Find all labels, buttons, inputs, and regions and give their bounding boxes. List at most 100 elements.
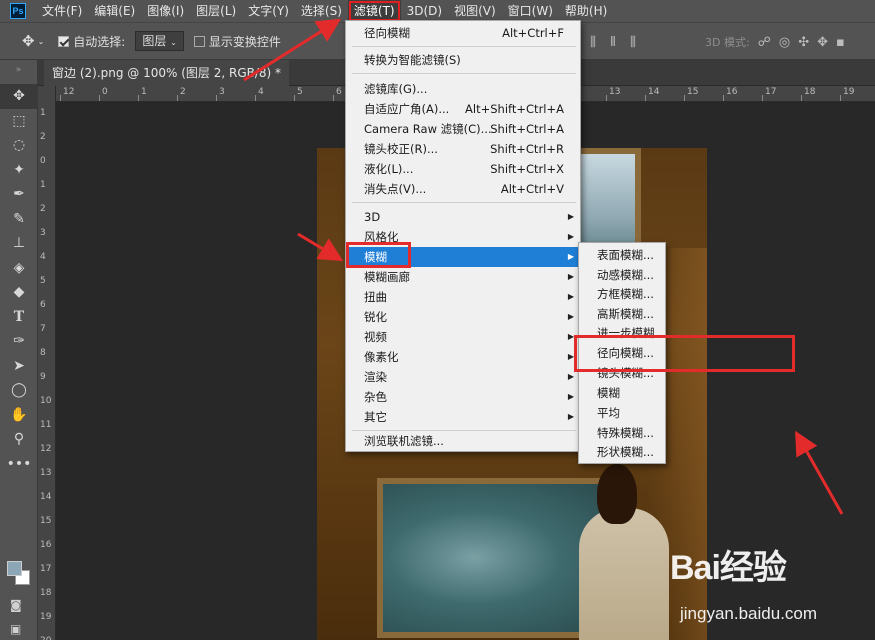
menu-bar: Ps 文件(F) 编辑(E) 图像(I) 图层(L) 文字(Y) 选择(S) 滤… bbox=[0, 0, 875, 22]
last-filter-shortcut: Alt+Ctrl+F bbox=[502, 26, 564, 40]
submenu-blur-gallery[interactable]: 模糊画廊 ▶ bbox=[347, 267, 580, 287]
submenu-other[interactable]: 其它 ▶ bbox=[347, 407, 580, 427]
submenu-render[interactable]: 渲染 ▶ bbox=[347, 367, 580, 387]
align-buttons: ⫼ ⫴ ⫼ bbox=[586, 23, 640, 61]
ruler-label: 20 bbox=[40, 636, 51, 640]
submenu-noise[interactable]: 杂色 ▶ bbox=[347, 387, 580, 407]
hand-tool-icon[interactable]: ✋ bbox=[0, 403, 38, 428]
browse-online-filters-item[interactable]: 浏览联机滤镜... bbox=[347, 431, 580, 451]
ruler-label: 18 bbox=[40, 588, 52, 598]
vanishing-point-item[interactable]: 消失点(V)... Alt+Ctrl+V bbox=[347, 179, 580, 199]
blur-item-label: 表面模糊... bbox=[597, 248, 654, 262]
liquify-item[interactable]: 液化(L)... Shift+Ctrl+X bbox=[347, 159, 580, 179]
ruler-label: 15 bbox=[687, 87, 699, 97]
menu-image[interactable]: 图像(I) bbox=[141, 0, 190, 22]
pen-tool-icon[interactable]: ✑ bbox=[0, 329, 38, 354]
smart-blur-item[interactable]: 特殊模糊... bbox=[580, 423, 665, 443]
ruler-label: 16 bbox=[40, 540, 52, 550]
ruler-tick bbox=[723, 95, 724, 101]
document-tab[interactable]: 窗边 (2).png @ 100% (图层 2, RGB/8) * bbox=[44, 60, 290, 86]
show-transform-checkbox[interactable] bbox=[193, 35, 205, 47]
scale-icon[interactable]: ▪ bbox=[836, 35, 845, 50]
last-filter-label: 径向模糊 bbox=[364, 26, 410, 40]
ruler-label: 18 bbox=[804, 87, 816, 97]
image-figure-hair bbox=[597, 464, 637, 524]
menu-view[interactable]: 视图(V) bbox=[448, 0, 502, 22]
menu-help[interactable]: 帮助(H) bbox=[559, 0, 613, 22]
submenu-arrow-icon: ▶ bbox=[567, 252, 574, 261]
menu-select[interactable]: 选择(S) bbox=[295, 0, 348, 22]
foreground-color-swatch[interactable] bbox=[7, 561, 22, 576]
submenu-arrow-icon: ▶ bbox=[567, 392, 574, 401]
filter-gallery-item[interactable]: 滤镜库(G)... bbox=[347, 79, 580, 99]
shape-tool-icon[interactable]: ◯ bbox=[0, 378, 38, 403]
menu-file[interactable]: 文件(F) bbox=[36, 0, 88, 22]
menu-3d[interactable]: 3D(D) bbox=[401, 0, 448, 22]
align-more-icon[interactable]: ⫼ bbox=[626, 35, 640, 50]
box-blur-item[interactable]: 方框模糊... bbox=[580, 284, 665, 304]
ruler-label: 13 bbox=[609, 87, 621, 97]
motion-blur-item[interactable]: 动感模糊... bbox=[580, 265, 665, 285]
ruler-label: 10 bbox=[40, 396, 52, 406]
average-item[interactable]: 平均 bbox=[580, 403, 665, 423]
surface-blur-item[interactable]: 表面模糊... bbox=[580, 245, 665, 265]
roll-icon[interactable]: ◎ bbox=[779, 35, 790, 50]
marquee-tool-icon[interactable]: ⬚ bbox=[0, 109, 38, 134]
submenu-3d[interactable]: 3D ▶ bbox=[347, 207, 580, 227]
quick-mask-icon[interactable]: ◙ bbox=[10, 598, 22, 612]
gaussian-blur-item[interactable]: 高斯模糊... bbox=[580, 304, 665, 324]
blur-item[interactable]: 模糊 bbox=[580, 383, 665, 403]
lasso-tool-icon[interactable]: ◌ bbox=[0, 133, 38, 158]
menu-layer[interactable]: 图层(L) bbox=[190, 0, 242, 22]
paint-bucket-tool-icon[interactable]: ◆ bbox=[0, 280, 38, 305]
distribute-icon[interactable]: ⫴ bbox=[606, 35, 620, 50]
ruler-label: 3 bbox=[219, 87, 225, 97]
menu-edit[interactable]: 编辑(E) bbox=[88, 0, 141, 22]
submenu-label: 模糊画廊 bbox=[364, 270, 410, 284]
vertical-ruler[interactable]: 1201234567891011121314151617181920 bbox=[38, 86, 56, 640]
ruler-label: 9 bbox=[40, 372, 46, 382]
show-transform-option[interactable]: 显示变换控件 bbox=[193, 33, 281, 50]
brush-tool-icon[interactable]: ✎ bbox=[0, 207, 38, 232]
submenu-label: 锐化 bbox=[364, 310, 387, 324]
magic-wand-tool-icon[interactable]: ✦ bbox=[0, 158, 38, 183]
stamp-tool-icon[interactable]: ⊥ bbox=[0, 231, 38, 256]
ruler-label: 12 bbox=[40, 444, 52, 454]
screen-mode-icon[interactable]: ▣ bbox=[10, 622, 21, 636]
tool-preset-picker[interactable]: ✥ ⌄ bbox=[22, 32, 44, 50]
slide-icon[interactable]: ✥ bbox=[817, 35, 828, 50]
shape-blur-item[interactable]: 形状模糊... bbox=[580, 442, 665, 462]
eraser-tool-icon[interactable]: ◈ bbox=[0, 256, 38, 281]
ruler-tick bbox=[762, 95, 763, 101]
auto-select-checkbox[interactable] bbox=[58, 35, 70, 47]
drag-icon[interactable]: ✣ bbox=[798, 35, 809, 50]
submenu-sharpen[interactable]: 锐化 ▶ bbox=[347, 307, 580, 327]
layer-dropdown[interactable]: 图层 ⌄ bbox=[131, 31, 184, 51]
adaptive-wide-angle-item[interactable]: 自适应广角(A)... Alt+Shift+Ctrl+A bbox=[347, 99, 580, 119]
blur-item-label: 形状模糊... bbox=[597, 445, 654, 459]
menu-window[interactable]: 窗口(W) bbox=[502, 0, 559, 22]
more-tools-icon[interactable]: ••• bbox=[0, 452, 38, 477]
move-tool-icon[interactable]: ✥ bbox=[0, 84, 38, 109]
path-select-tool-icon[interactable]: ➤ bbox=[0, 354, 38, 379]
orbit-icon[interactable]: ☍ bbox=[758, 35, 771, 50]
eyedropper-tool-icon[interactable]: ✒ bbox=[0, 182, 38, 207]
last-filter-item[interactable]: 径向模糊 Alt+Ctrl+F bbox=[347, 23, 580, 43]
submenu-distort[interactable]: 扭曲 ▶ bbox=[347, 287, 580, 307]
panel-grip-icon[interactable]: » bbox=[0, 60, 37, 84]
ruler-label: 13 bbox=[40, 468, 52, 478]
submenu-pixelate[interactable]: 像素化 ▶ bbox=[347, 347, 580, 367]
convert-smart-filter-item[interactable]: 转换为智能滤镜(S) bbox=[347, 50, 580, 70]
lens-correction-item[interactable]: 镜头校正(R)... Shift+Ctrl+R bbox=[347, 139, 580, 159]
menu-filter[interactable]: 滤镜(T) bbox=[347, 0, 401, 22]
ruler-label: 4 bbox=[258, 87, 264, 97]
menu-type[interactable]: 文字(Y) bbox=[242, 0, 295, 22]
type-tool-icon[interactable]: T bbox=[0, 305, 38, 330]
ruler-label: 0 bbox=[102, 87, 108, 97]
zoom-tool-icon[interactable]: ⚲ bbox=[0, 427, 38, 452]
align-icon[interactable]: ⫼ bbox=[586, 35, 600, 50]
auto-select-option[interactable]: 自动选择: bbox=[58, 33, 125, 50]
submenu-video[interactable]: 视频 ▶ bbox=[347, 327, 580, 347]
camera-raw-item[interactable]: Camera Raw 滤镜(C)... Shift+Ctrl+A bbox=[347, 119, 580, 139]
filter-menu-dropdown: 径向模糊 Alt+Ctrl+F 转换为智能滤镜(S) 滤镜库(G)... 自适应… bbox=[345, 20, 581, 452]
